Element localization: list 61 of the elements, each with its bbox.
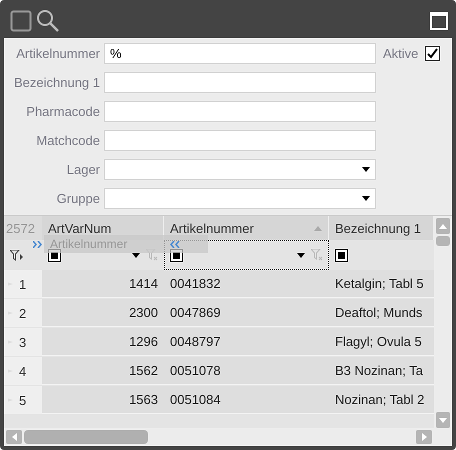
sort-icon bbox=[314, 226, 322, 230]
table-cell: 0041832 bbox=[164, 270, 329, 298]
active-checkbox[interactable] bbox=[425, 46, 440, 61]
field-label: Pharmacode bbox=[25, 104, 100, 119]
table-cell: Nozinan; Tabl 2 bbox=[329, 386, 434, 414]
table-cell: Deaftol; Munds bbox=[329, 299, 434, 327]
scroll-thumb[interactable] bbox=[24, 430, 148, 444]
table-cell: 1296 bbox=[42, 328, 164, 356]
input-field[interactable]: % bbox=[104, 43, 376, 64]
table-cell: 1563 bbox=[42, 386, 164, 414]
row-number: 1 bbox=[19, 276, 26, 292]
vertical-scrollbar[interactable] bbox=[434, 216, 452, 428]
horizontal-scrollbar[interactable] bbox=[4, 428, 452, 446]
table-cell: 2300 bbox=[42, 299, 164, 327]
up-arrow-icon bbox=[439, 224, 447, 228]
right-arrow-icon bbox=[422, 433, 426, 441]
caret-icon bbox=[297, 252, 305, 258]
dropdown-field[interactable] bbox=[104, 159, 376, 180]
caret-icon bbox=[362, 196, 370, 201]
field-label: Bezeichnung 1 bbox=[12, 75, 100, 90]
input-field[interactable] bbox=[104, 72, 376, 93]
column-header[interactable]: Artikelnummer bbox=[164, 216, 329, 240]
column-header[interactable]: Bezeichnung 1 bbox=[329, 216, 434, 240]
down-arrow-icon bbox=[439, 418, 447, 422]
table-cell: B3 Nozinan; Ta bbox=[329, 357, 434, 385]
input-field[interactable] bbox=[104, 130, 376, 151]
scroll-thumb[interactable] bbox=[436, 236, 450, 246]
table-cell: 0051078 bbox=[164, 357, 329, 385]
input-field[interactable] bbox=[104, 101, 376, 122]
scroll-up-button[interactable] bbox=[436, 218, 450, 234]
field-label: Lager bbox=[66, 162, 100, 177]
table-cell: 0051084 bbox=[164, 386, 329, 414]
field-label: Artikelnummer bbox=[15, 46, 100, 61]
drop-arrow-icon bbox=[170, 241, 180, 248]
scroll-right-button[interactable] bbox=[416, 430, 432, 444]
scroll-left-button[interactable] bbox=[6, 430, 22, 444]
search-icon[interactable] bbox=[36, 9, 60, 33]
table-cell: 0047869 bbox=[164, 299, 329, 327]
filter-operator-icon[interactable] bbox=[335, 248, 348, 262]
drop-arrow-icon bbox=[33, 241, 43, 248]
left-arrow-icon bbox=[12, 433, 16, 441]
row-number: 2 bbox=[19, 306, 26, 320]
field-label: Gruppe bbox=[56, 191, 100, 206]
table-cell: 1562 bbox=[42, 357, 164, 385]
row-number: 5 bbox=[19, 392, 26, 408]
table-cell: Flagyl; Ovula 5 bbox=[329, 328, 434, 356]
active-label: Aktive bbox=[383, 46, 418, 61]
table-cell: 0048797 bbox=[164, 328, 329, 356]
clear-filter-icon[interactable] bbox=[311, 249, 323, 261]
row-number: 4 bbox=[19, 364, 26, 378]
dropdown-field[interactable] bbox=[104, 188, 376, 209]
field-label: Matchcode bbox=[35, 133, 100, 148]
row-number: 3 bbox=[19, 334, 26, 350]
header-corner-text: 2572 bbox=[4, 216, 42, 240]
caret-icon bbox=[362, 167, 370, 172]
maximize-icon[interactable] bbox=[430, 12, 448, 30]
table-cell: 1414 bbox=[42, 270, 164, 298]
scroll-down-button[interactable] bbox=[436, 412, 450, 428]
square-icon[interactable] bbox=[10, 10, 32, 32]
table-cell: Ketalgin; Tabl 5 bbox=[329, 270, 434, 298]
filter-icon[interactable] bbox=[10, 250, 23, 260]
